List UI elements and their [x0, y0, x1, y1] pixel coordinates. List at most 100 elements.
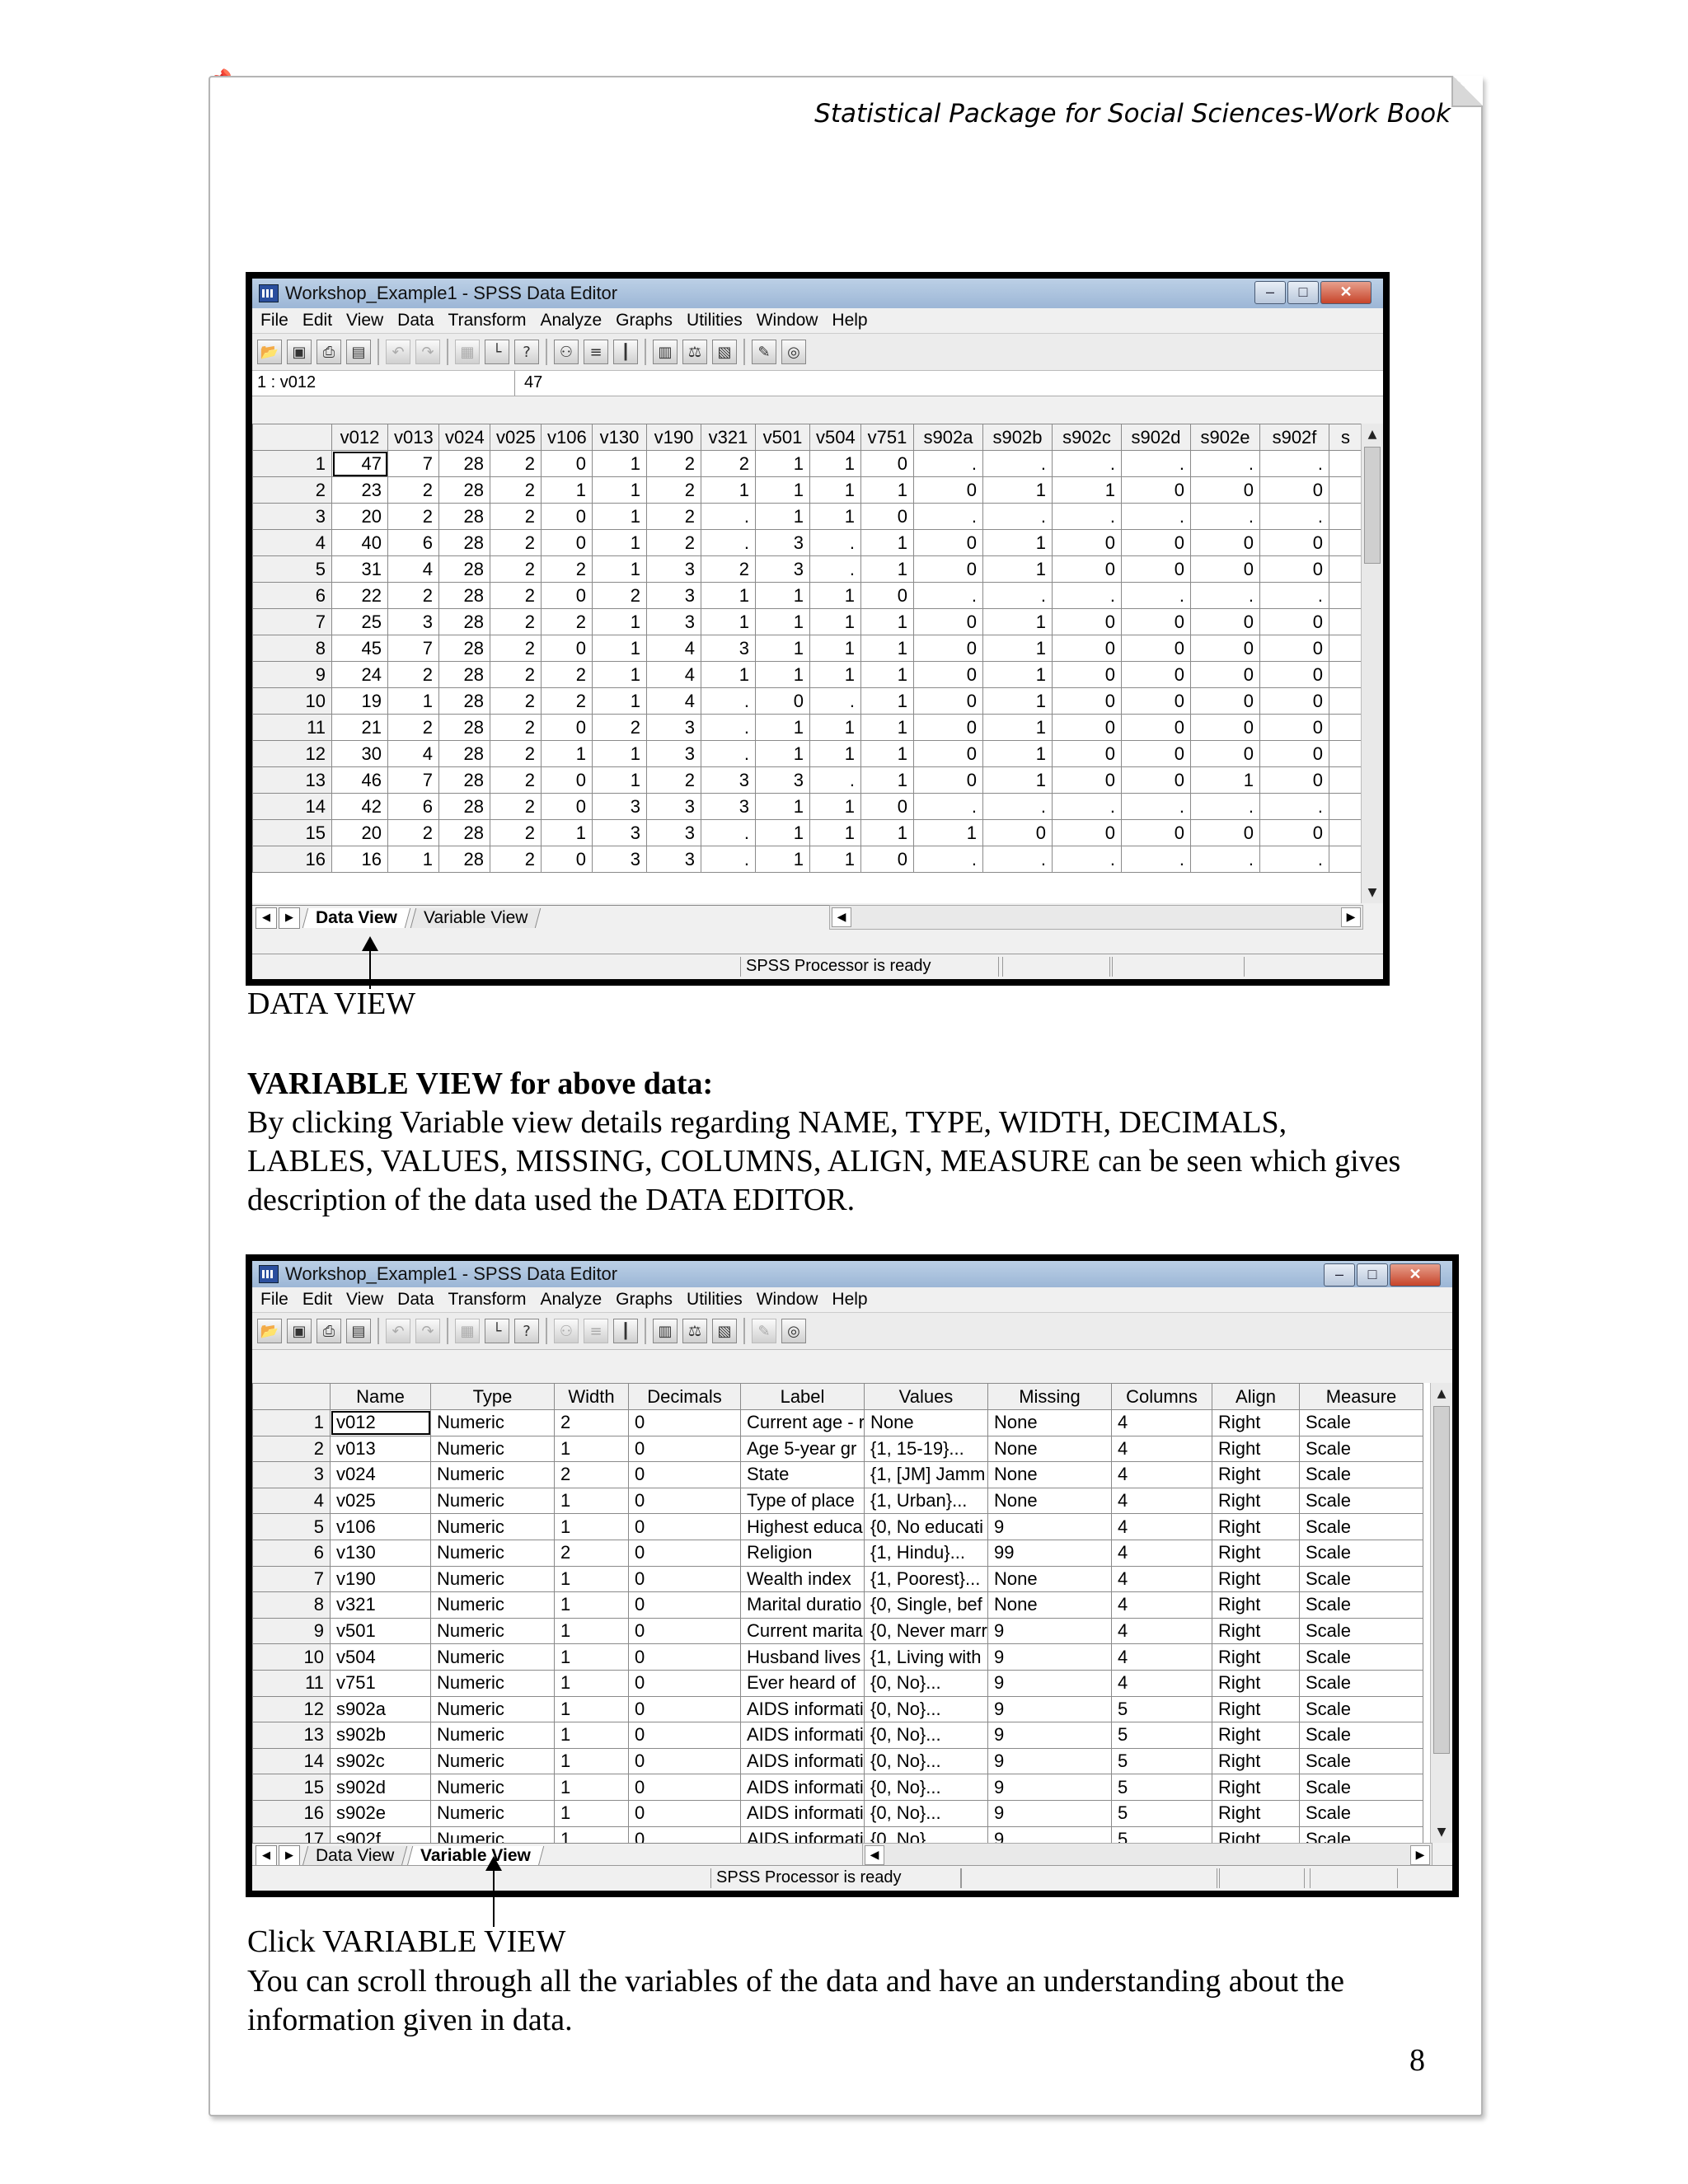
variable-cell[interactable]: 1 — [554, 1747, 629, 1775]
data-cell[interactable]: 2 — [646, 503, 701, 530]
data-cell[interactable] — [1329, 503, 1362, 530]
data-cell[interactable]: 3 — [646, 846, 701, 873]
undo-icon[interactable]: ↶ — [386, 1319, 410, 1343]
data-cell[interactable]: . — [1121, 582, 1191, 609]
variable-cell[interactable]: Numeric — [430, 1747, 555, 1775]
data-cell[interactable]: 40 — [331, 529, 388, 556]
row-number[interactable]: 12 — [252, 740, 332, 767]
variable-cell[interactable]: Right — [1212, 1669, 1300, 1697]
variable-cell[interactable]: Numeric — [430, 1722, 555, 1749]
data-cell[interactable]: 2 — [387, 661, 439, 688]
variable-cell[interactable]: {1, Poorest}... — [864, 1565, 988, 1593]
variable-cell[interactable]: 0 — [628, 1539, 741, 1567]
menu-file[interactable]: File — [260, 1290, 288, 1310]
data-cell[interactable]: 1 — [755, 608, 810, 635]
data-cell[interactable]: 0 — [913, 476, 983, 504]
data-cell[interactable]: 28 — [438, 529, 490, 556]
column-header[interactable]: Name — [330, 1383, 431, 1410]
data-cell[interactable]: 1 — [860, 529, 914, 556]
data-cell[interactable]: 1 — [592, 635, 647, 662]
variable-cell[interactable]: 5 — [1111, 1695, 1212, 1723]
close-button[interactable]: ✕ — [1390, 1263, 1441, 1286]
variable-cell[interactable]: {0, No}... — [864, 1825, 988, 1843]
variable-cell[interactable]: s902d — [330, 1774, 431, 1801]
data-cell[interactable]: 0 — [1121, 476, 1191, 504]
data-cell[interactable]: 0 — [913, 714, 983, 741]
data-cell[interactable]: 3 — [592, 793, 647, 820]
variable-cell[interactable]: 0 — [628, 1461, 741, 1488]
data-cell[interactable]: 0 — [541, 503, 593, 530]
data-cell[interactable]: 0 — [1259, 555, 1329, 583]
data-cell[interactable]: . — [809, 529, 861, 556]
variable-cell[interactable]: Right — [1212, 1539, 1300, 1567]
data-cell[interactable]: 28 — [438, 582, 490, 609]
menu-analyze[interactable]: Analyze — [540, 1290, 602, 1310]
data-cell[interactable]: 23 — [331, 476, 388, 504]
data-cell[interactable]: 0 — [1259, 766, 1329, 794]
variable-cell[interactable]: AIDS informati — [740, 1722, 865, 1749]
variable-cell[interactable]: None — [987, 1565, 1112, 1593]
data-cell[interactable]: 1 — [982, 555, 1053, 583]
data-cell[interactable]: 1 — [982, 635, 1053, 662]
data-cell[interactable]: 0 — [1121, 608, 1191, 635]
variable-cell[interactable]: {0, No}... — [864, 1774, 988, 1801]
menu-transform[interactable]: Transform — [448, 1290, 527, 1310]
variable-cell[interactable]: 4 — [1111, 1487, 1212, 1515]
data-cell[interactable]: 1 — [701, 608, 756, 635]
row-number[interactable]: 6 — [252, 1539, 331, 1567]
data-cell[interactable]: . — [1259, 503, 1329, 530]
data-cell[interactable]: 4 — [387, 555, 439, 583]
data-cell[interactable] — [1329, 476, 1362, 504]
data-cell[interactable]: 28 — [438, 819, 490, 846]
variable-cell[interactable]: 0 — [628, 1774, 741, 1801]
variable-cell[interactable]: Scale — [1299, 1617, 1423, 1645]
variable-cell[interactable]: 4 — [1111, 1539, 1212, 1567]
data-cell[interactable] — [1329, 450, 1362, 477]
data-cell[interactable]: 2 — [490, 766, 542, 794]
insert-variable-icon[interactable]: ┃ — [613, 1319, 638, 1343]
data-cell[interactable]: 1 — [809, 582, 861, 609]
variable-cell[interactable]: 5 — [1111, 1825, 1212, 1843]
data-cell[interactable]: 0 — [1259, 635, 1329, 662]
data-cell[interactable]: 20 — [331, 503, 388, 530]
print-icon[interactable]: ⎙ — [316, 340, 341, 364]
data-cell[interactable]: 1 — [982, 766, 1053, 794]
data-cell[interactable]: 1 — [592, 555, 647, 583]
variable-cell[interactable]: Numeric — [430, 1643, 555, 1671]
row-number[interactable]: 13 — [252, 766, 332, 794]
data-cell[interactable]: 1 — [541, 819, 593, 846]
variable-cell[interactable]: Right — [1212, 1487, 1300, 1515]
data-cell[interactable]: 1 — [592, 450, 647, 477]
data-cell[interactable]: . — [701, 846, 756, 873]
data-cell[interactable]: 2 — [490, 819, 542, 846]
data-cell[interactable]: . — [1121, 846, 1191, 873]
data-cell[interactable]: 2 — [490, 529, 542, 556]
variable-cell[interactable]: Numeric — [430, 1435, 555, 1463]
data-cell[interactable]: 3 — [755, 555, 810, 583]
row-number[interactable]: 4 — [252, 1487, 331, 1515]
variable-cell[interactable]: {0, No educati — [864, 1513, 988, 1540]
data-cell[interactable]: 3 — [592, 846, 647, 873]
data-cell[interactable]: 1 — [1190, 766, 1260, 794]
variable-cell[interactable]: v751 — [330, 1669, 431, 1697]
data-cell[interactable]: 7 — [387, 450, 439, 477]
variable-cell[interactable]: {0, No}... — [864, 1799, 988, 1827]
data-cell[interactable]: . — [982, 846, 1053, 873]
dialog-recall-icon[interactable]: ▤ — [346, 1319, 371, 1343]
value-labels-icon[interactable]: ✎ — [752, 340, 776, 364]
variable-cell[interactable]: v013 — [330, 1435, 431, 1463]
variable-cell[interactable]: Scale — [1299, 1695, 1423, 1723]
tab-next-icon[interactable]: ▶ — [279, 907, 300, 929]
data-cell[interactable]: 1 — [809, 846, 861, 873]
data-cell[interactable]: 4 — [387, 740, 439, 767]
column-header[interactable]: Align — [1212, 1383, 1300, 1410]
variable-cell[interactable]: v106 — [330, 1513, 431, 1540]
scroll-right-icon[interactable]: ▶ — [1410, 1845, 1430, 1865]
variable-cell[interactable]: 1 — [554, 1513, 629, 1540]
data-cell[interactable]: 16 — [331, 846, 388, 873]
data-cell[interactable]: 0 — [1052, 635, 1122, 662]
data-cell[interactable]: 0 — [1259, 740, 1329, 767]
variable-cell[interactable]: 9 — [987, 1669, 1112, 1697]
data-cell[interactable]: 3 — [646, 555, 701, 583]
row-number[interactable]: 2 — [252, 476, 332, 504]
